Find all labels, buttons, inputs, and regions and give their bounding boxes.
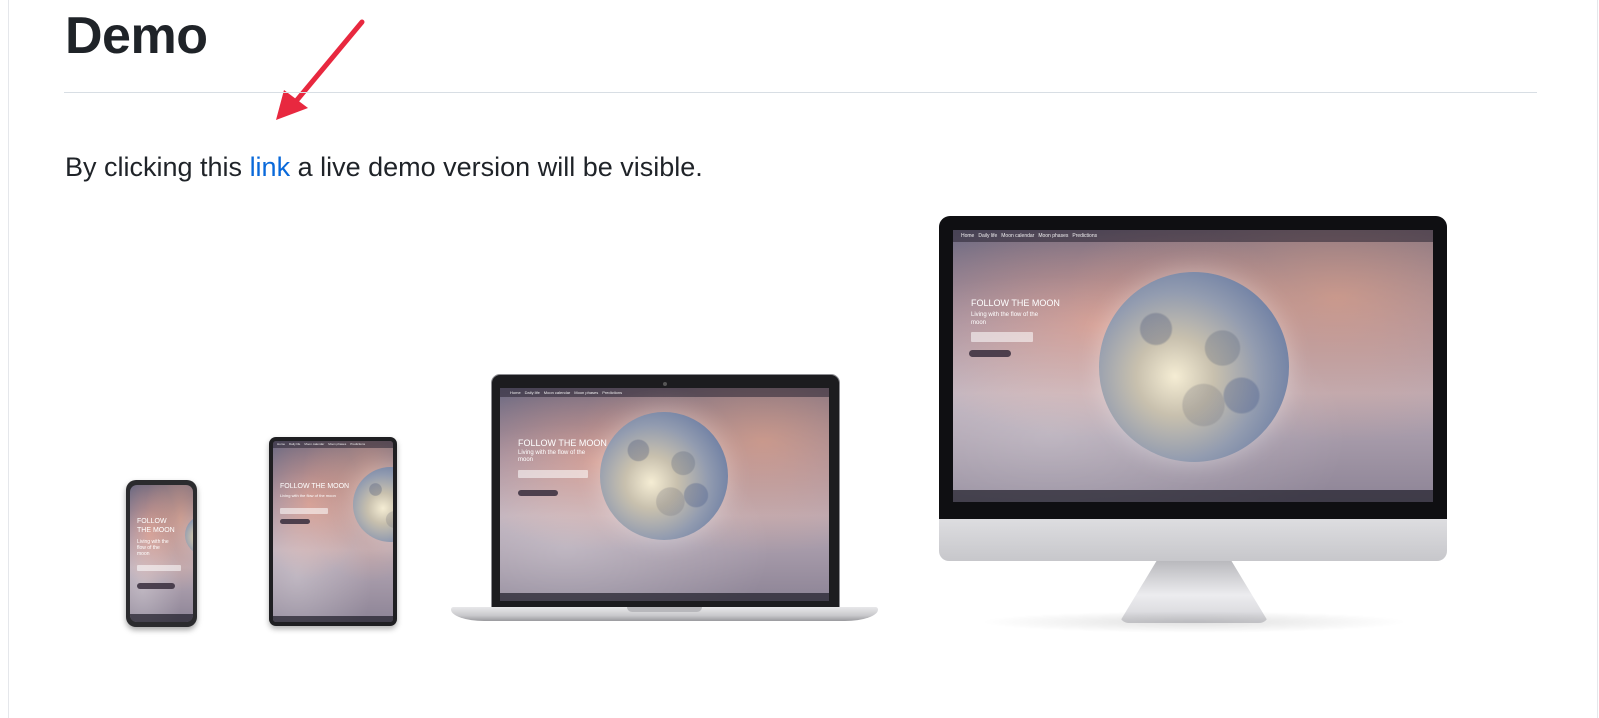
demo-link[interactable]: link (250, 152, 291, 182)
nav-item-daily-life: Daily life (524, 390, 540, 395)
moon-image (1099, 272, 1289, 462)
nav-item-moon-calendar: Moon calendar (1001, 233, 1035, 239)
nav-item-moon-calendar: Moon calendar (543, 390, 571, 395)
laptop-hero-text (518, 470, 588, 478)
tablet-mockup: Home Daily life Moon calendar Moon phases Pr… (269, 437, 397, 626)
tablet-footer (273, 616, 393, 622)
desktop-hero-text (971, 332, 1033, 342)
desktop-hero-subtitle: Living with the flow of the moon (971, 312, 1039, 326)
phone-footer (130, 614, 193, 622)
demo-description: By clicking this link a live demo versio… (65, 152, 703, 183)
phone-screen: FOLLOW THE MOON Living with the flow of … (130, 485, 193, 622)
tablet-hero-title: FOLLOW THE MOON (280, 483, 350, 490)
laptop-navbar: Home Daily life Moon calendar Moon phases Pr… (500, 388, 829, 397)
moon-image (353, 467, 393, 542)
phone-hero-subtitle: Living with the flow of the moon (137, 539, 169, 557)
description-text-after: a live demo version will be visible. (290, 152, 703, 182)
tablet-hero-button (280, 519, 310, 524)
nav-item-predictions: Predictions (1072, 233, 1098, 239)
laptop-screen: Home Daily life Moon calendar Moon phases Pr… (500, 388, 829, 601)
nav-item-home: Home (510, 390, 521, 395)
laptop-hero-subtitle: Living with the flow of the moon (518, 450, 586, 463)
phone-hero-text (137, 565, 181, 571)
laptop-hero-title: FOLLOW THE MOON (518, 438, 607, 448)
tablet-hero-text (280, 508, 328, 514)
heading-divider (64, 92, 1537, 93)
desktop-navbar: Home Daily life Moon calendar Moon phases Pr… (953, 230, 1433, 242)
phone-hero-button (137, 583, 175, 589)
phone-hero-title: FOLLOW THE MOON (137, 518, 175, 534)
phone-mockup: FOLLOW THE MOON Living with the flow of … (126, 480, 197, 627)
desktop-footer (953, 490, 1433, 502)
desktop-hero-title: FOLLOW THE MOON (971, 298, 1060, 308)
laptop-hero-button (518, 490, 558, 496)
moon-image (600, 412, 728, 540)
tablet-screen: Home Daily life Moon calendar Moon phases Pr… (273, 441, 393, 622)
desktop-mockup: Home Daily life Moon calendar Moon phases Pr… (939, 216, 1447, 633)
laptop-footer (500, 593, 829, 601)
nav-item-daily-life: Daily life (289, 442, 301, 446)
nav-item-home: Home (961, 233, 975, 239)
nav-item-moon-phases: Moon phases (1038, 233, 1069, 239)
desktop-screen: Home Daily life Moon calendar Moon phases Pr… (953, 230, 1433, 502)
tablet-hero-subtitle: Living with the flow of the moon (280, 493, 336, 498)
annotation-arrow-icon (276, 19, 365, 120)
nav-item-predictions: Predictions (350, 442, 366, 446)
description-text-before: By clicking this (65, 152, 250, 182)
tablet-navbar: Home Daily life Moon calendar Moon phases Pr… (273, 441, 393, 448)
desktop-hero-button (969, 350, 1011, 357)
monitor-chin (939, 519, 1447, 561)
nav-item-home: Home (277, 442, 286, 446)
nav-item-daily-life: Daily life (978, 233, 998, 239)
nav-item-moon-phases: Moon phases (328, 442, 347, 446)
nav-item-moon-phases: Moon phases (574, 390, 599, 395)
nav-item-predictions: Predictions (602, 390, 623, 395)
nav-item-moon-calendar: Moon calendar (304, 442, 325, 446)
laptop-mockup: Home Daily life Moon calendar Moon phases Pr… (451, 374, 878, 629)
moon-image (185, 515, 193, 555)
page-title: Demo (65, 7, 208, 65)
